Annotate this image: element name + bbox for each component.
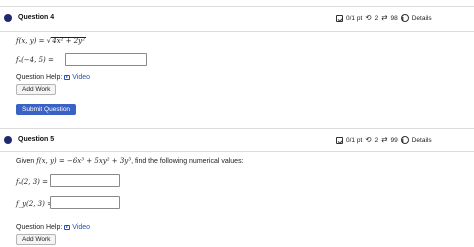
question-5-header-divider <box>0 151 474 152</box>
function-definition: f(x, y) = √4x² + 2y² <box>16 37 86 45</box>
details-link[interactable]: Details <box>412 137 432 144</box>
question-help: Question Help: Video <box>16 224 90 231</box>
question-help-label: Question Help: <box>16 74 63 81</box>
swap-icon: ⇄ <box>381 135 388 145</box>
fy-answer-input[interactable] <box>50 196 120 209</box>
video-link[interactable]: Video <box>64 74 90 81</box>
info-icon[interactable]: i <box>400 136 409 144</box>
edit-icon <box>336 14 343 22</box>
question-title: Question 4 <box>18 14 55 21</box>
question-meta: 0/1 pt ⟲ 2 ⇄ 98 i Details <box>336 14 432 22</box>
question-4-header-divider <box>0 31 474 32</box>
question-5-top-divider <box>0 128 474 129</box>
score-text: 0/1 pt <box>346 14 363 22</box>
question-title: Question 5 <box>18 136 55 143</box>
video-label: Video <box>72 224 91 231</box>
swap-icon: ⇄ <box>381 13 388 23</box>
edit-icon <box>336 136 343 144</box>
given-prefix: Given <box>16 158 35 165</box>
given-statement: Given f(x, y) = −6x³ + 5xy² + 3y³, find … <box>16 157 244 165</box>
top-divider <box>0 6 474 7</box>
question-4-header: Question 4 0/1 pt ⟲ 2 ⇄ 98 i Details <box>0 10 474 28</box>
submissions-count: 99 <box>390 136 398 144</box>
info-icon[interactable]: i <box>400 14 409 22</box>
video-link[interactable]: Video <box>64 224 90 231</box>
retry-icon: ⟲ <box>365 13 372 23</box>
score-text: 0/1 pt <box>346 136 363 144</box>
question-status-dot <box>4 136 12 144</box>
details-link[interactable]: Details <box>412 15 432 22</box>
question-status-dot <box>4 14 12 22</box>
partial-x-label: fₓ(−4, 5) = <box>16 56 54 64</box>
retry-icon: ⟲ <box>365 135 372 145</box>
given-suffix: , find the following numerical values: <box>131 158 244 165</box>
add-work-button[interactable]: Add Work <box>16 234 57 245</box>
question-5-header: Question 5 0/1 pt ⟲ 2 ⇄ 99 i Details <box>0 132 474 150</box>
fx-answer-input[interactable] <box>50 174 120 187</box>
question-help: Question Help: Video <box>16 74 90 81</box>
question-help-label: Question Help: <box>16 224 63 231</box>
submit-question-button[interactable]: Submit Question <box>16 104 77 115</box>
partial-x-answer-input[interactable] <box>65 53 147 66</box>
add-work-button[interactable]: Add Work <box>16 84 57 95</box>
fx-label: fₓ(2, 3) = <box>16 178 48 186</box>
submissions-count: 98 <box>390 14 398 22</box>
question-meta: 0/1 pt ⟲ 2 ⇄ 99 i Details <box>336 136 432 144</box>
retries-count: 2 <box>374 14 379 22</box>
radicand: 4x² + 2y² <box>51 37 86 45</box>
video-icon <box>64 224 71 230</box>
fy-label: f_y(2, 3) = <box>16 200 53 208</box>
function-lhs: f(x, y) = <box>16 37 45 45</box>
video-label: Video <box>72 74 91 81</box>
retries-count: 2 <box>374 136 379 144</box>
video-icon <box>64 74 71 80</box>
given-function: f(x, y) = −6x³ + 5xy² + 3y³ <box>36 157 132 165</box>
